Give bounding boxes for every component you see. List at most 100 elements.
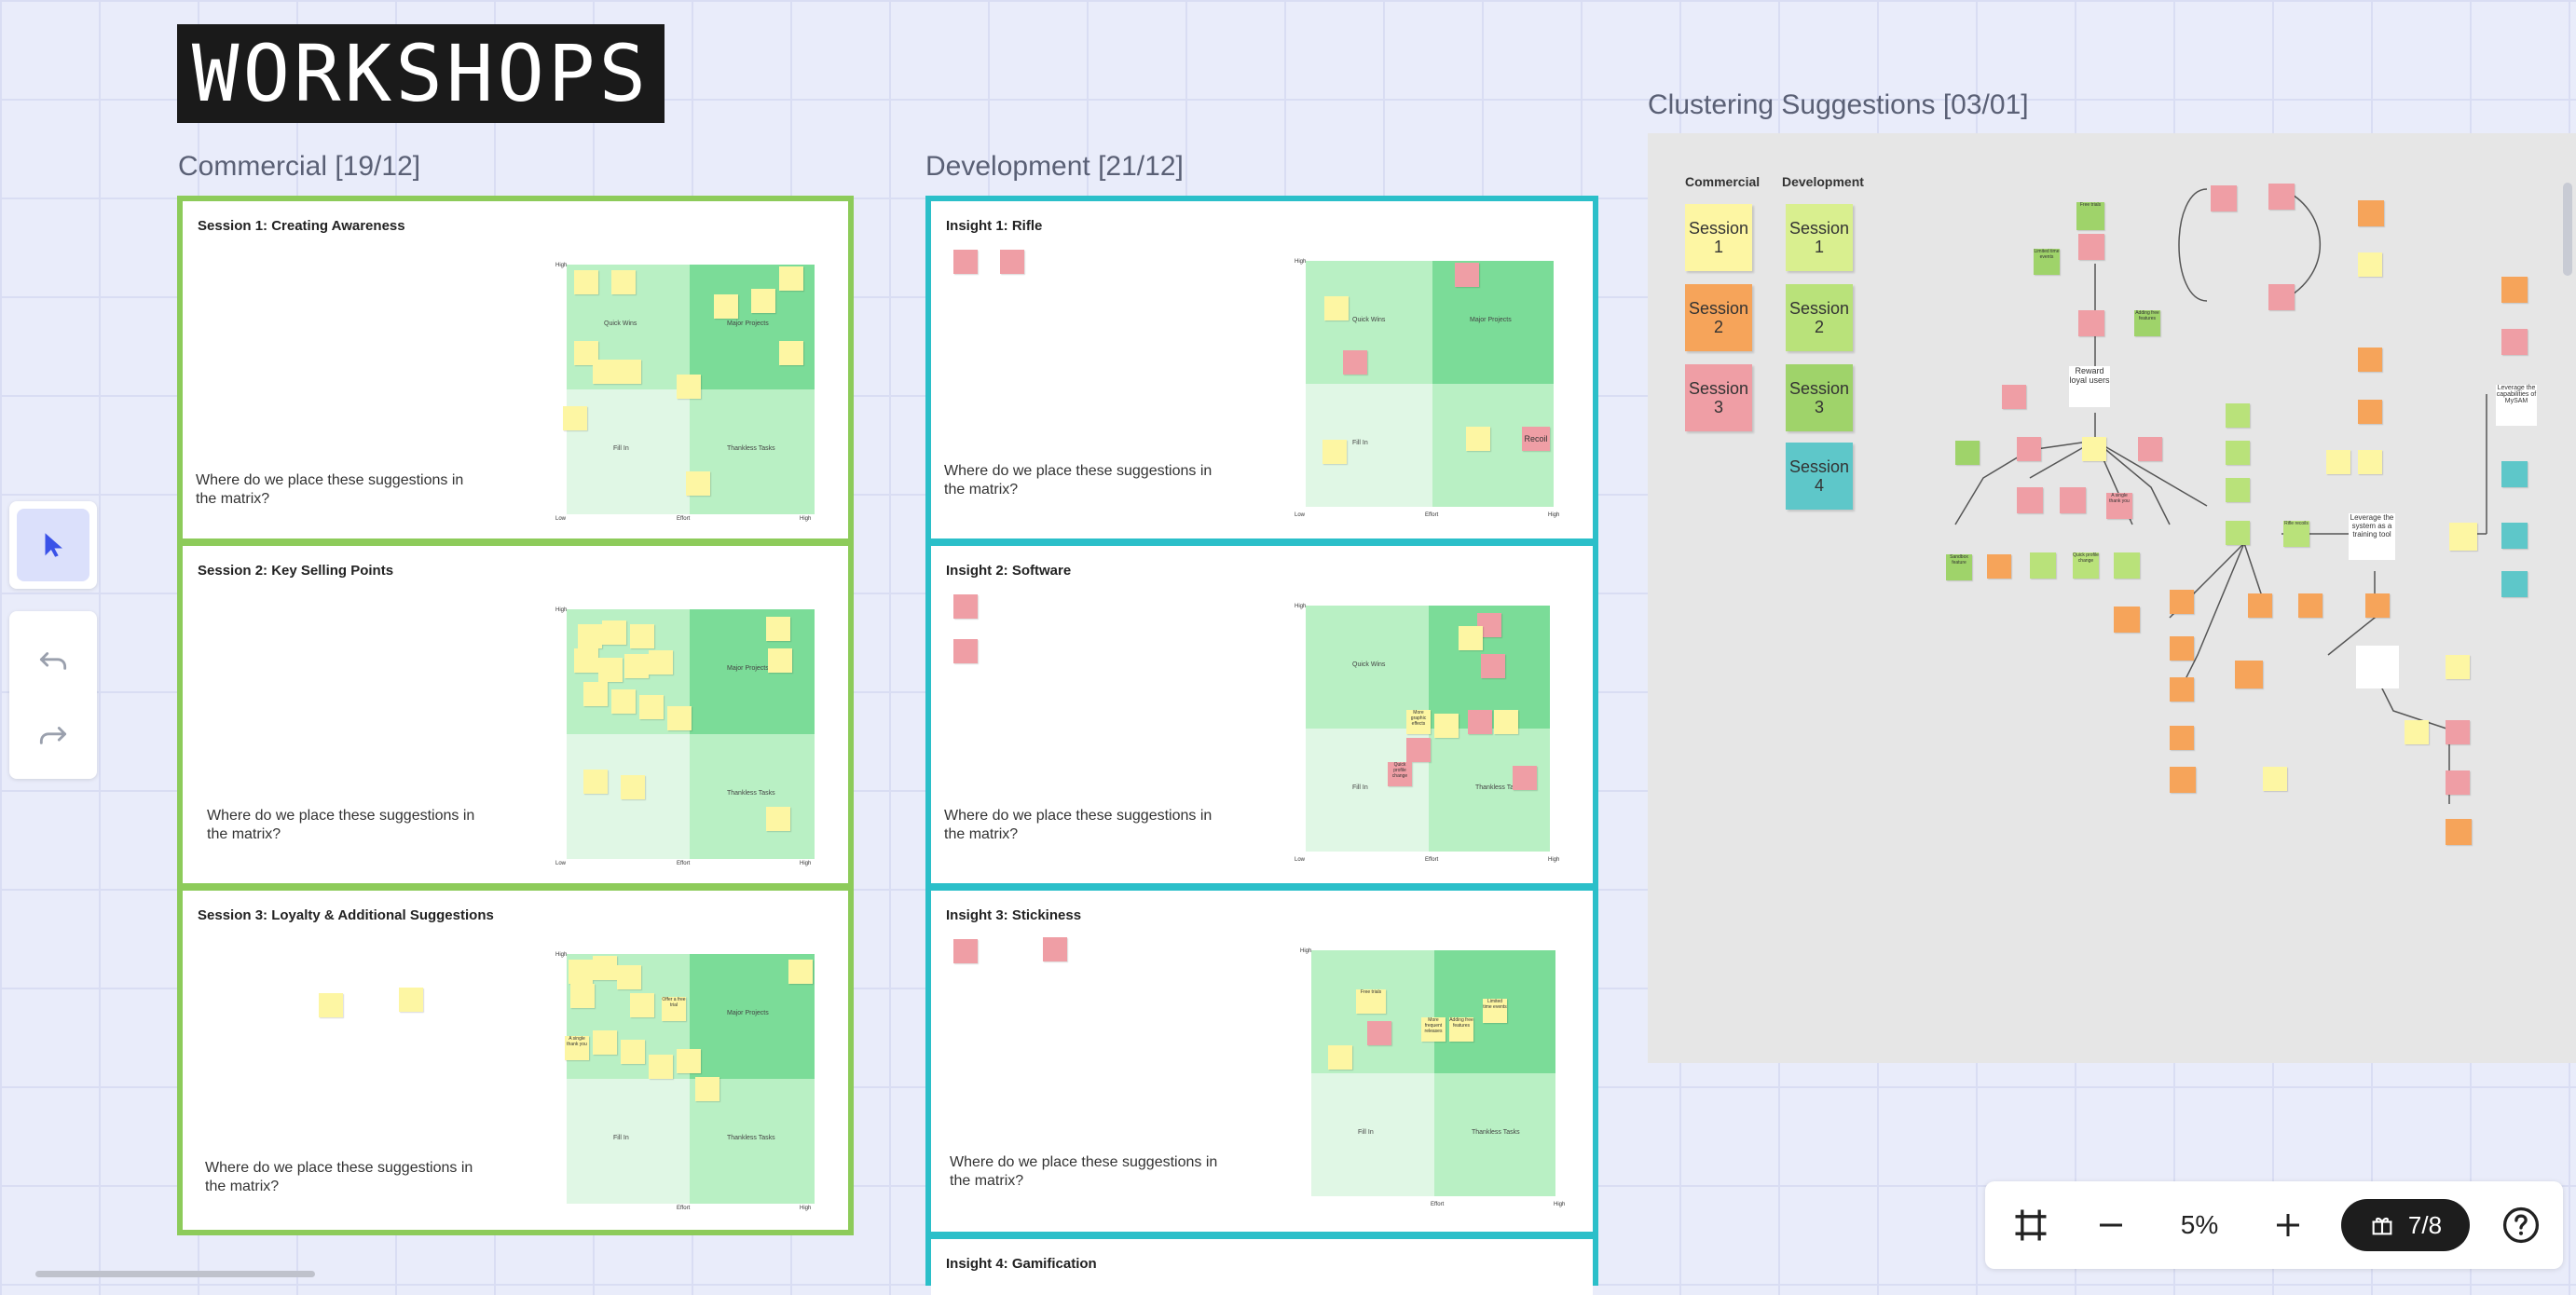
vertical-scrollbar[interactable]: [2563, 183, 2572, 276]
mindmap-node[interactable]: Free trials: [2076, 202, 2104, 230]
sticky-note[interactable]: Free trials: [1356, 989, 1386, 1014]
sticky-note[interactable]: [953, 939, 978, 963]
sticky-note[interactable]: [583, 682, 608, 706]
mindmap-node[interactable]: [2017, 487, 2043, 513]
priority-matrix[interactable]: Fill In Thankless Tasks High Effort High…: [1300, 943, 1580, 1213]
sticky-note[interactable]: [768, 648, 792, 673]
mindmap-node[interactable]: Quick profile change: [2073, 552, 2099, 579]
sticky-note[interactable]: [1494, 710, 1518, 734]
mindmap-node[interactable]: [2235, 661, 2263, 688]
fit-frame-button[interactable]: [1994, 1181, 2067, 1269]
sticky-note[interactable]: [593, 360, 617, 384]
sticky-note[interactable]: [611, 689, 636, 714]
mindmap-node[interactable]: [2170, 677, 2194, 702]
sticky-note[interactable]: [621, 1040, 645, 1064]
mindmap-node[interactable]: [2501, 523, 2528, 549]
sticky-note[interactable]: [602, 620, 626, 645]
development-insight-card[interactable]: Insight 1: Rifle Where do we place these…: [931, 201, 1593, 537]
mindmap-node[interactable]: A single thank you: [2106, 493, 2132, 519]
sticky-note[interactable]: [1434, 714, 1459, 738]
development-insight-card[interactable]: Insight 4: Gamification: [931, 1239, 1593, 1295]
development-insight-card[interactable]: Insight 3: Stickiness Where do we place …: [931, 891, 1593, 1230]
sticky-note[interactable]: [593, 1030, 617, 1055]
priority-matrix[interactable]: Major Projects Thankless Tasks High Low …: [555, 602, 826, 866]
zoom-in-button[interactable]: [2255, 1181, 2321, 1269]
mindmap-node[interactable]: [2114, 607, 2140, 633]
mindmap-node[interactable]: [2030, 552, 2056, 579]
redo-button[interactable]: [9, 704, 97, 770]
sticky-note[interactable]: [1468, 710, 1492, 734]
sticky-note[interactable]: [788, 960, 813, 984]
sticky-note[interactable]: [1043, 937, 1067, 961]
sticky-note[interactable]: [1000, 250, 1024, 274]
mindmap-node[interactable]: [1987, 554, 2011, 579]
sticky-note[interactable]: [1406, 738, 1431, 762]
sticky-note[interactable]: [319, 993, 343, 1017]
board-title-logo[interactable]: WORKSHOPS: [177, 24, 665, 123]
sticky-note[interactable]: [714, 294, 738, 319]
mindmap-node[interactable]: [2358, 450, 2382, 474]
mindmap-node[interactable]: [2449, 523, 2477, 551]
sticky-note[interactable]: [563, 406, 587, 430]
mindmap-node[interactable]: [2060, 487, 2086, 513]
sticky-note[interactable]: [583, 770, 608, 794]
sticky-note[interactable]: [779, 266, 803, 291]
priority-matrix[interactable]: Quick Wins Major Projects Fill In Thankl…: [555, 257, 826, 522]
mindmap-central-node[interactable]: Reward loyal users: [2069, 366, 2110, 407]
sticky-note[interactable]: [611, 270, 636, 294]
sticky-note[interactable]: [1324, 296, 1349, 320]
mindmap-node[interactable]: Adding free features: [2134, 310, 2160, 336]
sticky-note[interactable]: [677, 375, 701, 399]
mindmap-node[interactable]: [2446, 770, 2470, 795]
sticky-note[interactable]: [766, 617, 790, 641]
mindmap-node[interactable]: [1955, 441, 1980, 465]
sticky-note[interactable]: [598, 658, 623, 682]
sticky-note[interactable]: [617, 965, 641, 989]
mindmap-node[interactable]: [2446, 655, 2470, 679]
sticky-note[interactable]: [630, 993, 654, 1017]
development-group-title[interactable]: Development [21/12]: [925, 151, 1184, 183]
sticky-note[interactable]: Recoil: [1522, 427, 1550, 451]
mindmap-node[interactable]: [2226, 521, 2250, 545]
sticky-note[interactable]: [1459, 626, 1483, 650]
sticky-note[interactable]: [1328, 1045, 1352, 1070]
mindmap-node[interactable]: [2365, 593, 2390, 618]
mindmap-node[interactable]: [2358, 252, 2382, 277]
sticky-note[interactable]: [621, 775, 645, 799]
sticky-note[interactable]: [751, 289, 775, 313]
clustering-frame[interactable]: Commercial Development Session 1 Session…: [1648, 133, 2576, 1063]
sticky-note[interactable]: Limited time events: [1483, 999, 1507, 1023]
sticky-note[interactable]: [593, 956, 617, 980]
commercial-session-card[interactable]: Session 3: Loyalty & Additional Suggesti…: [183, 891, 848, 1230]
sticky-note[interactable]: [677, 1049, 701, 1073]
help-button[interactable]: [2488, 1181, 2554, 1269]
mindmap-node[interactable]: [2170, 590, 2194, 614]
sticky-note[interactable]: [574, 648, 598, 673]
sticky-note[interactable]: [630, 624, 654, 648]
mindmap-node[interactable]: [2268, 184, 2295, 210]
select-tool-button[interactable]: [17, 509, 89, 581]
sticky-note[interactable]: Quick profile change: [1388, 762, 1412, 786]
sticky-note[interactable]: A single thank you: [565, 1036, 589, 1060]
mindmap-node[interactable]: [2078, 234, 2104, 260]
mindmap-node[interactable]: [2226, 441, 2250, 465]
mindmap-node[interactable]: [2263, 767, 2287, 791]
sticky-note[interactable]: [574, 270, 598, 294]
sticky-note[interactable]: [1513, 766, 1537, 790]
sticky-note[interactable]: [569, 960, 593, 984]
mindmap-node[interactable]: [2226, 478, 2250, 502]
sticky-note[interactable]: [779, 341, 803, 365]
mindmap-node[interactable]: [2114, 552, 2140, 579]
sticky-note[interactable]: [1455, 263, 1479, 287]
priority-matrix[interactable]: Quick Wins Major Projects Fill In High L…: [1295, 253, 1574, 524]
mindmap-node[interactable]: [2170, 636, 2194, 661]
sticky-note[interactable]: [766, 807, 790, 831]
undo-button[interactable]: [9, 630, 97, 695]
sticky-note[interactable]: [953, 250, 978, 274]
mindmap-node[interactable]: [2298, 593, 2323, 618]
zoom-out-button[interactable]: [2078, 1181, 2144, 1269]
mindmap-node[interactable]: [2268, 284, 2295, 310]
mindmap-central-node[interactable]: Leverage the capabilities of MySAM: [2496, 385, 2537, 426]
sticky-note[interactable]: [624, 654, 649, 678]
mindmap-node[interactable]: [2017, 437, 2041, 461]
